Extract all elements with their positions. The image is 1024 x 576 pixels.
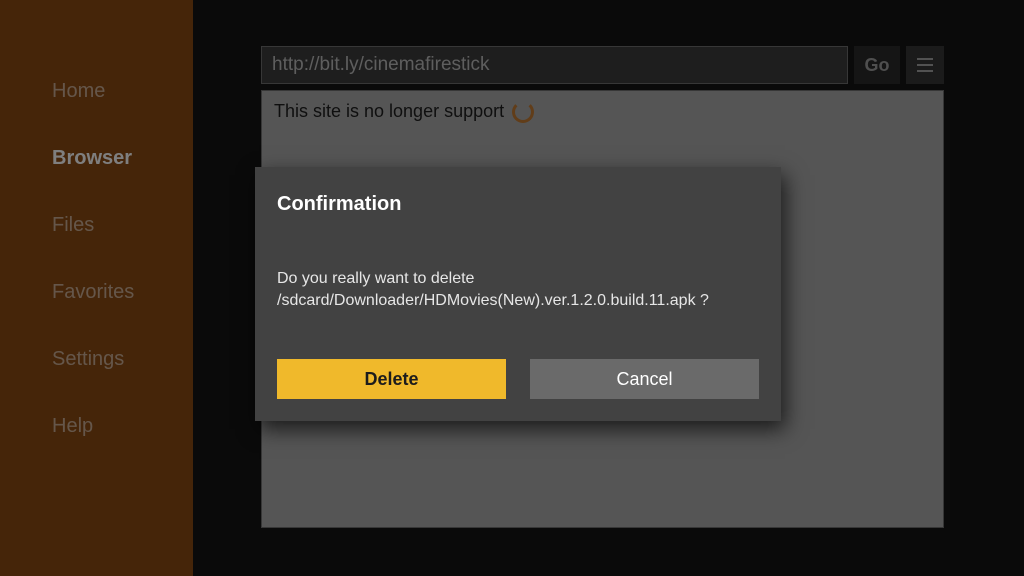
cancel-button[interactable]: Cancel xyxy=(530,359,759,399)
dialog-title: Confirmation xyxy=(277,193,759,216)
dialog-message: Do you really want to delete /sdcard/Dow… xyxy=(277,268,759,311)
dialog-button-row: Delete Cancel xyxy=(277,359,759,399)
delete-button[interactable]: Delete xyxy=(277,359,506,399)
app-root: Home Browser Files Favorites Settings He… xyxy=(0,0,1024,576)
confirmation-dialog: Confirmation Do you really want to delet… xyxy=(255,167,781,421)
